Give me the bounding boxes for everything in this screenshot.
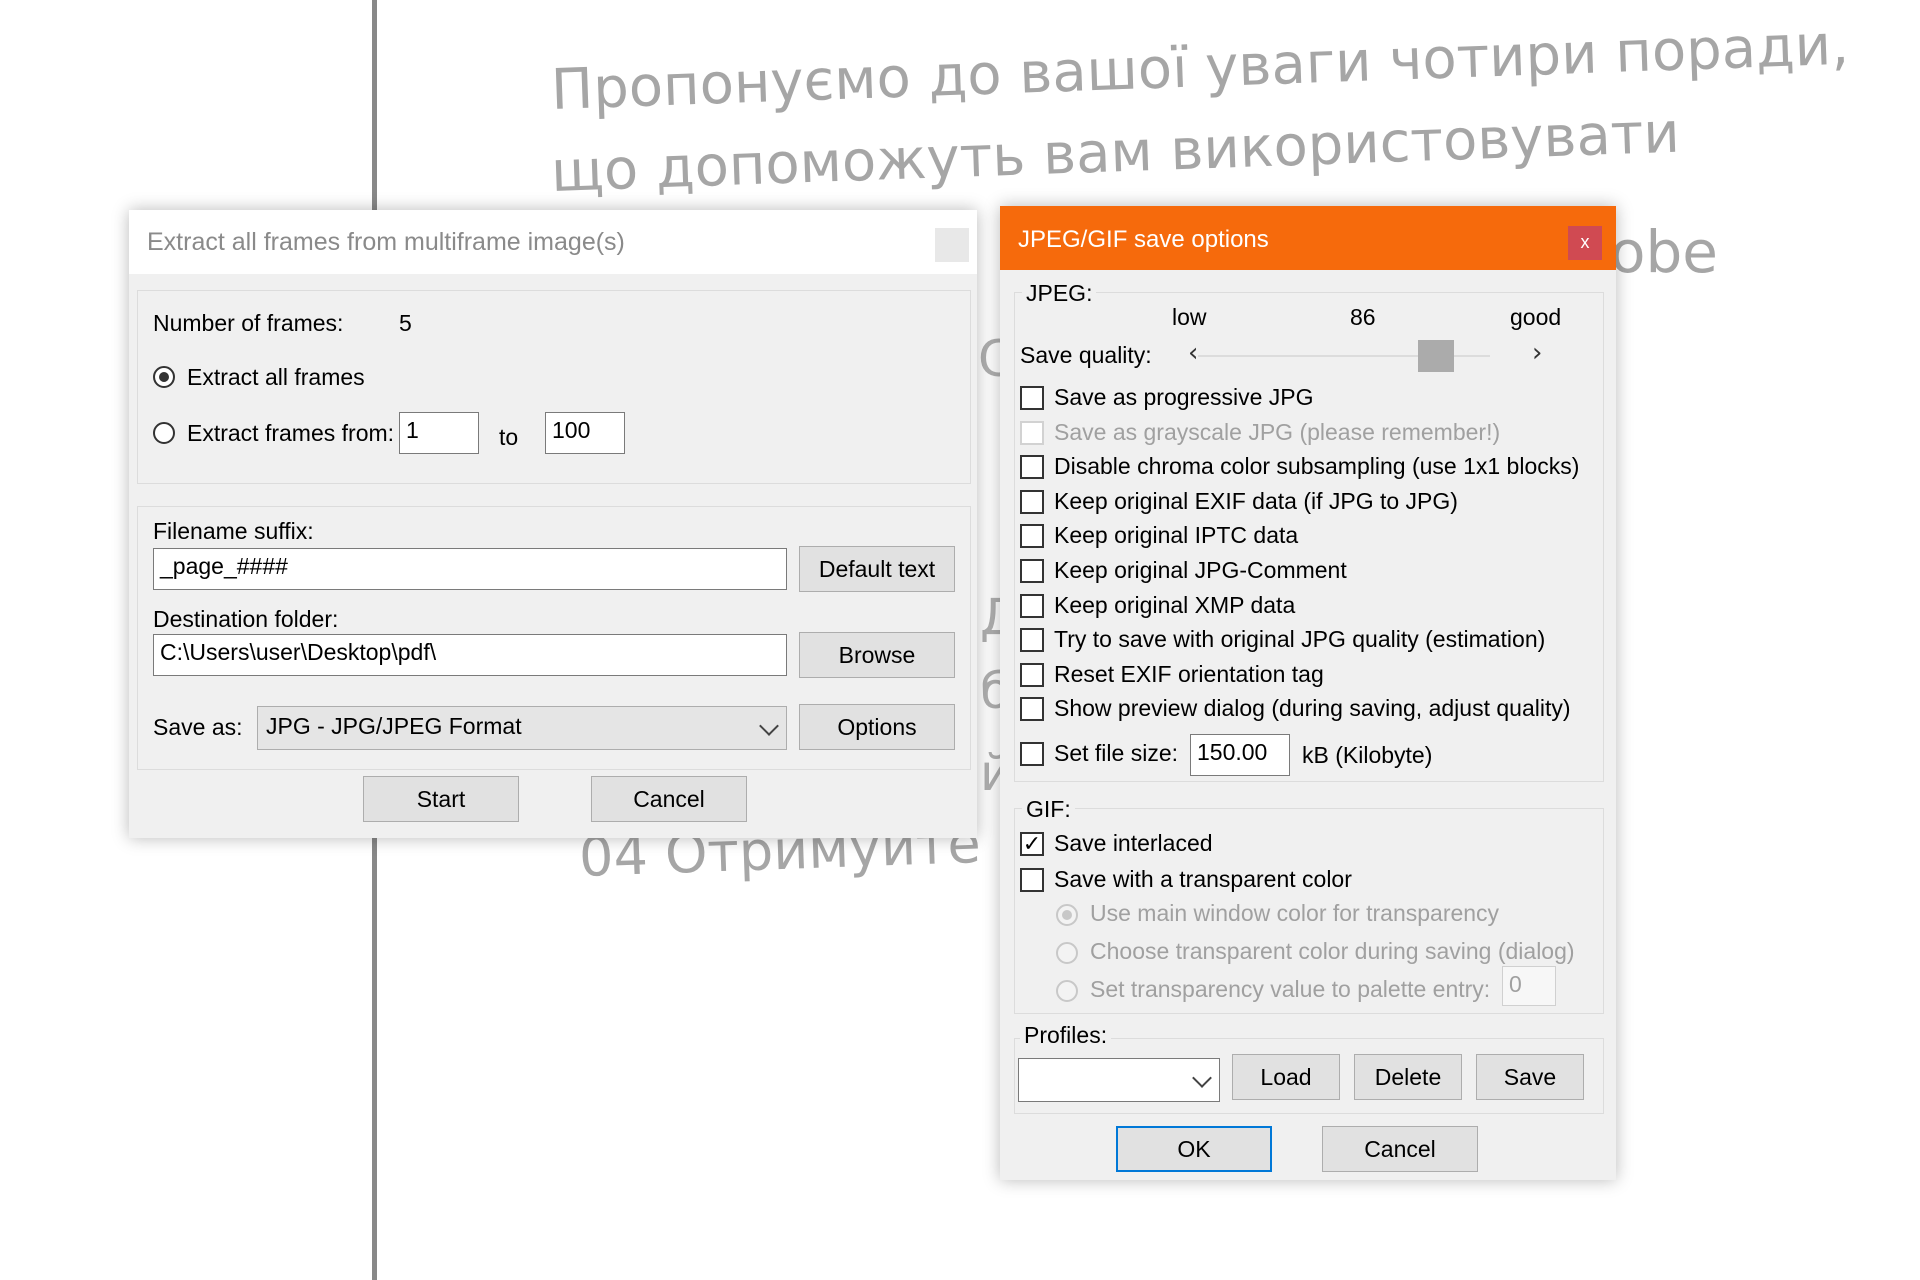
chevron-down-icon <box>759 716 779 736</box>
transparency-palette-label[interactable]: Set transparency value to palette entry: <box>1090 976 1490 1003</box>
jpeg-option-label[interactable]: Disable chroma color subsampling (use 1x… <box>1054 453 1579 480</box>
jpeg-option-checkbox[interactable] <box>1020 594 1044 618</box>
gif-group-title: GIF: <box>1022 796 1075 823</box>
jpeg-option-label[interactable]: Save as grayscale JPG (please remember!) <box>1054 419 1500 446</box>
destination-folder-input[interactable]: C:\Users\user\Desktop\pdf\ <box>153 634 787 676</box>
jpeg-option-label[interactable]: Reset EXIF orientation tag <box>1054 661 1324 688</box>
transparency-palette-radio[interactable] <box>1056 980 1078 1002</box>
jpeg-group-title: JPEG: <box>1022 280 1097 307</box>
jpeg-option-label[interactable]: Keep original JPG-Comment <box>1054 557 1347 584</box>
options-button[interactable]: Options <box>799 704 955 750</box>
save-interlaced-checkbox[interactable]: ✓ <box>1020 832 1044 856</box>
filename-suffix-label: Filename suffix: <box>153 518 314 544</box>
number-of-frames-label: Number of frames: <box>153 310 344 336</box>
jpeg-option-checkbox[interactable] <box>1020 663 1044 687</box>
palette-entry-input[interactable]: 0 <box>1502 966 1556 1006</box>
jpeg-dialog-titlebar[interactable]: JPEG/GIF save options x <box>1000 206 1616 270</box>
jpeg-option-label[interactable]: Save as progressive JPG <box>1054 384 1314 411</box>
filename-suffix-input[interactable]: _page_#### <box>153 548 787 590</box>
jpeg-option-label[interactable]: Try to save with original JPG quality (e… <box>1054 626 1545 653</box>
extract-dialog-titlebar[interactable]: Extract all frames from multiframe image… <box>129 210 977 274</box>
default-text-button[interactable]: Default text <box>799 546 955 592</box>
number-of-frames-value: 5 <box>399 310 412 336</box>
jpeg-option-label[interactable]: Show preview dialog (during saving, adju… <box>1054 695 1571 722</box>
jpeg-dialog-title: JPEG/GIF save options <box>1018 226 1269 253</box>
quality-good-label: good <box>1510 304 1562 330</box>
jpeg-cancel-button[interactable]: Cancel <box>1322 1126 1478 1172</box>
jpeg-option-checkbox[interactable] <box>1020 524 1044 548</box>
quality-slider-thumb[interactable] <box>1418 340 1454 372</box>
slider-left-arrow-icon[interactable]: ‹ <box>1188 338 1198 368</box>
quality-low-label: low <box>1172 304 1207 330</box>
background-text-fragment: obe <box>1610 218 1718 286</box>
jpeg-option-checkbox[interactable] <box>1020 421 1044 445</box>
jpeg-option-label[interactable]: Keep original EXIF data (if JPG to JPG) <box>1054 488 1458 515</box>
jpeg-option-checkbox[interactable] <box>1020 628 1044 652</box>
transparency-dialog-label[interactable]: Choose transparent color during saving (… <box>1090 938 1575 965</box>
transparency-main-window-radio[interactable] <box>1056 904 1078 926</box>
save-as-dropdown[interactable]: JPG - JPG/JPEG Format <box>257 706 787 750</box>
profiles-dropdown[interactable] <box>1018 1058 1220 1102</box>
extract-all-radio[interactable] <box>153 366 175 388</box>
save-interlaced-label[interactable]: Save interlaced <box>1054 830 1213 857</box>
cancel-button[interactable]: Cancel <box>591 776 747 822</box>
to-label: to <box>499 424 519 450</box>
save-transparent-checkbox[interactable] <box>1020 868 1044 892</box>
save-profile-button[interactable]: Save <box>1476 1054 1584 1100</box>
extract-range-radio[interactable] <box>153 422 175 444</box>
jpeg-option-checkbox[interactable] <box>1020 697 1044 721</box>
slider-right-arrow-icon[interactable]: › <box>1532 338 1542 368</box>
quality-value: 86 <box>1350 304 1376 330</box>
to-frame-input[interactable]: 100 <box>545 412 625 454</box>
save-transparent-label[interactable]: Save with a transparent color <box>1054 866 1352 893</box>
save-quality-label: Save quality: <box>1020 342 1152 368</box>
jpeg-option-label[interactable]: Keep original XMP data <box>1054 592 1295 619</box>
jpeg-option-checkbox[interactable] <box>1020 559 1044 583</box>
transparency-dialog-radio[interactable] <box>1056 942 1078 964</box>
extract-dialog-title: Extract all frames from multiframe image… <box>147 228 625 256</box>
extract-range-label[interactable]: Extract frames from: <box>187 420 394 447</box>
ok-button[interactable]: OK <box>1116 1126 1272 1172</box>
save-as-selected-value: JPG - JPG/JPEG Format <box>266 713 522 739</box>
load-profile-button[interactable]: Load <box>1232 1054 1340 1100</box>
set-file-size-checkbox[interactable] <box>1020 742 1044 766</box>
jpeg-option-checkbox[interactable] <box>1020 490 1044 514</box>
file-size-input[interactable]: 150.00 <box>1190 734 1290 776</box>
transparency-main-window-label[interactable]: Use main window color for transparency <box>1090 900 1499 927</box>
extract-dialog-close-button[interactable] <box>935 228 969 262</box>
start-button[interactable]: Start <box>363 776 519 822</box>
delete-profile-button[interactable]: Delete <box>1354 1054 1462 1100</box>
extract-all-label[interactable]: Extract all frames <box>187 364 365 391</box>
profiles-label: Profiles: <box>1020 1022 1112 1049</box>
browse-button[interactable]: Browse <box>799 632 955 678</box>
chevron-down-icon <box>1192 1068 1212 1088</box>
from-frame-input[interactable]: 1 <box>399 412 479 454</box>
jpeg-option-checkbox[interactable] <box>1020 455 1044 479</box>
file-size-unit-label: kB (Kilobyte) <box>1302 742 1433 768</box>
close-icon[interactable]: x <box>1568 226 1602 260</box>
extract-frames-dialog: Extract all frames from multiframe image… <box>129 210 977 838</box>
jpeg-option-label[interactable]: Keep original IPTC data <box>1054 522 1298 549</box>
destination-folder-label: Destination folder: <box>153 606 339 632</box>
set-file-size-label[interactable]: Set file size: <box>1054 740 1178 767</box>
save-as-label: Save as: <box>153 714 243 740</box>
jpeg-option-checkbox[interactable] <box>1020 386 1044 410</box>
